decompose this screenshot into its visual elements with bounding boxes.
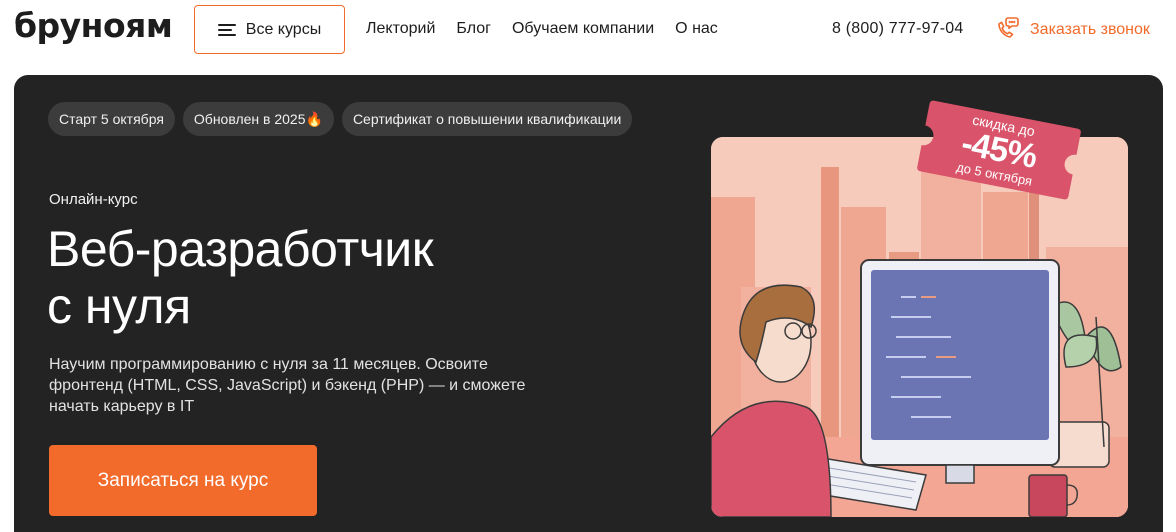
phone-chat-icon <box>998 17 1019 38</box>
course-kicker: Онлайн-курс <box>49 191 138 208</box>
course-description: Научим программированию с нуля за 11 мес… <box>49 356 526 415</box>
callback-button[interactable]: Заказать звонок <box>994 15 1150 41</box>
brand-logo[interactable]: бруноям <box>14 6 173 45</box>
callback-label: Заказать звонок <box>1030 21 1150 38</box>
menu-icon <box>217 23 236 36</box>
nav-about[interactable]: О нас <box>675 20 718 38</box>
nav-lectorium[interactable]: Лекторий <box>366 20 435 38</box>
chip-updated: Обновлен в 2025🔥 <box>182 102 334 136</box>
title-line-1: Веб-разработчик <box>47 221 434 277</box>
all-courses-label: Все курсы <box>245 20 322 38</box>
page-title: Веб-разработчик с нуля <box>47 221 434 335</box>
nav-for-companies[interactable]: Обучаем компании <box>512 20 654 38</box>
nav-blog[interactable]: Блог <box>456 20 491 38</box>
chip-start-date: Старт 5 октября <box>48 102 175 136</box>
hero-chips: Старт 5 октября Обновлен в 2025🔥 Сертифи… <box>48 102 633 136</box>
phone-number[interactable]: 8 (800) 777-97-04 <box>832 20 964 38</box>
enroll-button[interactable]: Записаться на курс <box>49 445 317 516</box>
discount-badge: скидка до -45% до 5 октября <box>914 100 1084 200</box>
main-nav: Лекторий Блог Обучаем компании О нас <box>366 20 718 38</box>
chip-certificate: Сертификат о повышении квалификации <box>341 102 633 136</box>
all-courses-button[interactable]: Все курсы <box>194 5 345 54</box>
title-line-2: с нуля <box>47 278 191 334</box>
